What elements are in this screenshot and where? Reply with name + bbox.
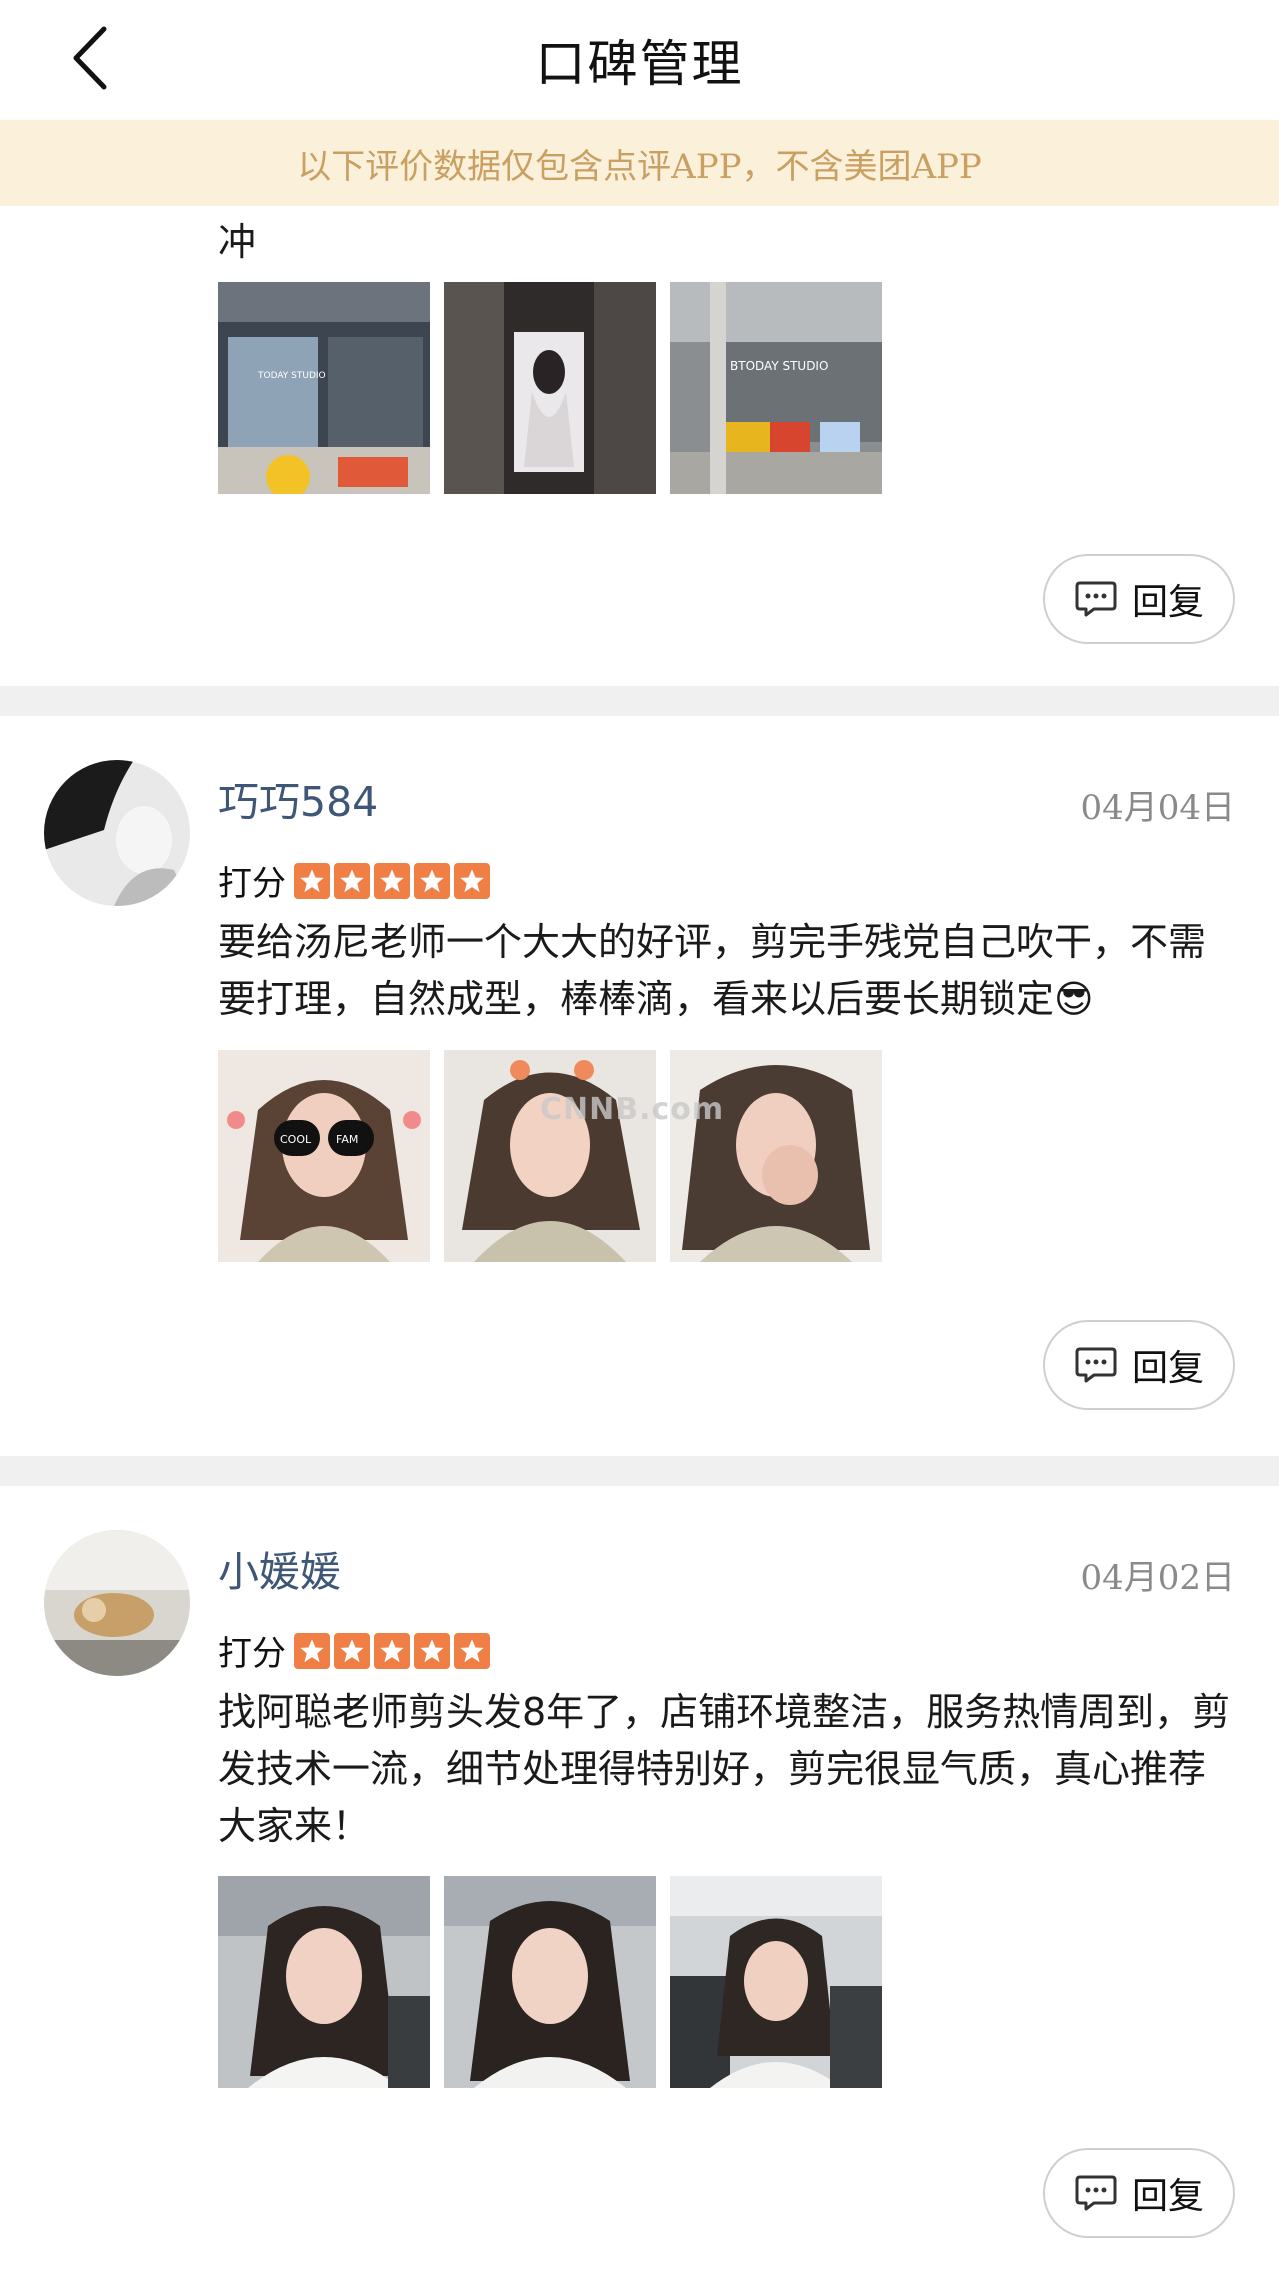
chat-bubble-icon [1075,1347,1117,1383]
review-photos: COOL FAM [218,1050,882,1262]
review-photo[interactable] [218,1876,430,2088]
star-icon [334,862,370,899]
review-photo[interactable] [670,1050,882,1262]
review-date: 04月04日 [1080,788,1235,828]
review-photo[interactable]: TODAY STUDIO [218,282,430,494]
review-photos [218,1876,882,2088]
reply-label: 回复 [1131,2176,1204,2217]
star-icon [414,862,450,899]
page-title: 口碑管理 [535,35,744,93]
notice-banner: 以下评价数据仅包含点评APP，不含美团APP [0,120,1279,206]
watermark: CNNB.com [540,1092,725,1127]
review-photos: TODAY STUDIO BTODAY STUDIO [218,282,882,494]
photo-text: FAM [336,1133,358,1146]
chat-bubble-icon [1075,581,1117,617]
reply-button[interactable]: 回复 [1043,1320,1235,1410]
star-rating [294,862,490,899]
review-photo[interactable] [444,1050,656,1262]
card-separator [0,1456,1279,1486]
star-icon [294,1632,330,1669]
card-separator [0,686,1279,716]
review-photo[interactable] [444,282,656,494]
rating-row: 打分 [218,1626,490,1675]
avatar[interactable] [44,760,190,906]
review-photo[interactable]: BTODAY STUDIO [670,282,882,494]
review-text: 要给汤尼老师一个大大的好评，剪完手残党自己吹干，不需要打理，自然成型，棒棒滴，看… [218,920,1207,1021]
review-photo[interactable]: COOL FAM [218,1050,430,1262]
star-icon [414,1632,450,1669]
username[interactable]: 巧巧584 [218,768,378,828]
username[interactable]: 小媛媛 [218,1538,341,1598]
avatar[interactable] [44,1530,190,1676]
review-photo[interactable] [444,1876,656,2088]
reply-button[interactable]: 回复 [1043,2148,1235,2238]
review-card: 冲 TODAY STUDIO BTODAY STUDIO 回复 [0,206,1279,686]
review-text: 冲 [218,220,257,264]
review-text: 找阿聪老师剪头发8年了，店铺环境整洁，服务热情周到，剪发技术一流，细节处理得特别… [218,1690,1231,1848]
photo-text: COOL [280,1133,312,1146]
star-icon [454,1632,490,1669]
photo-text: TODAY STUDIO [257,371,326,381]
rating-label: 打分 [218,1634,286,1674]
review-card: 小媛媛 04月02日 打分 找阿聪老师剪头发8年了，店铺环境整洁，服务热情周到，… [0,1486,1279,2287]
review-card: 巧巧584 04月04日 打分 要给汤尼老师一个大大的好评，剪完手残党自己吹干，… [0,716,1279,1456]
review-date: 04月02日 [1080,1558,1235,1598]
reply-label: 回复 [1131,1348,1204,1389]
rating-row: 打分 [218,856,490,905]
review-photo[interactable] [670,1876,882,2088]
star-icon [374,862,410,899]
star-icon [374,1632,410,1669]
star-rating [294,1632,490,1669]
reply-button[interactable]: 回复 [1043,554,1235,644]
photo-text: BTODAY STUDIO [730,359,828,373]
star-icon [294,862,330,899]
star-icon [454,862,490,899]
top-bar: 口碑管理 [0,0,1279,120]
chat-bubble-icon [1075,2175,1117,2211]
rating-label: 打分 [218,864,286,904]
reply-label: 回复 [1131,582,1204,623]
star-icon [334,1632,370,1669]
